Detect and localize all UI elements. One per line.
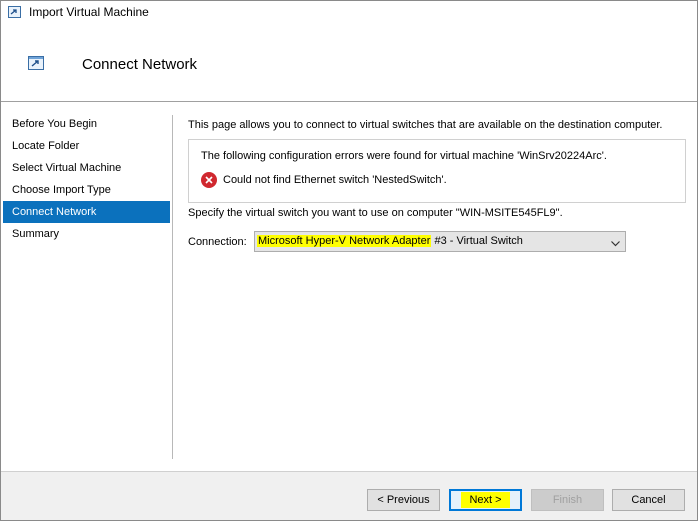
previous-button[interactable]: < Previous: [367, 489, 440, 511]
page-header: Connect Network: [1, 25, 697, 101]
next-button-label: Next >: [461, 492, 510, 508]
intro-text: This page allows you to connect to virtu…: [188, 119, 663, 131]
errors-heading: The following configuration errors were …: [201, 150, 607, 162]
specify-switch-text: Specify the virtual switch you want to u…: [188, 207, 563, 219]
error-icon: [201, 172, 217, 188]
chevron-down-icon[interactable]: [611, 238, 620, 247]
next-button[interactable]: Next >: [449, 489, 522, 511]
nav-divider: [172, 115, 173, 459]
wizard-steps-nav: Before You Begin Locate Folder Select Vi…: [3, 113, 170, 245]
connection-dropdown[interactable]: Microsoft Hyper-V Network Adapter #3 - V…: [254, 231, 626, 252]
cancel-button[interactable]: Cancel: [612, 489, 685, 511]
connection-selected-value: Microsoft Hyper-V Network Adapter #3 - V…: [257, 234, 523, 249]
error-item: Could not find Ethernet switch 'NestedSw…: [201, 172, 447, 188]
highlighted-adapter-name: Microsoft Hyper-V Network Adapter: [257, 235, 432, 247]
finish-button[interactable]: Finish: [531, 489, 604, 511]
wizard-footer: < Previous Next > Finish Cancel: [1, 472, 697, 520]
error-message: Could not find Ethernet switch 'NestedSw…: [223, 174, 447, 186]
nav-item-select-virtual-machine[interactable]: Select Virtual Machine: [3, 157, 170, 179]
nav-item-choose-import-type[interactable]: Choose Import Type: [3, 179, 170, 201]
title-bar: Import Virtual Machine: [1, 1, 697, 25]
adapter-suffix: #3 - Virtual Switch: [431, 235, 523, 247]
import-vm-window: Import Virtual Machine Connect Network B…: [0, 0, 698, 521]
nav-item-summary[interactable]: Summary: [3, 223, 170, 245]
connection-label: Connection:: [188, 236, 247, 248]
header-divider: [1, 101, 697, 102]
page-title: Connect Network: [82, 56, 198, 73]
import-vm-header-icon: [28, 56, 44, 70]
nav-item-connect-network[interactable]: Connect Network: [3, 201, 170, 223]
nav-item-before-you-begin[interactable]: Before You Begin: [3, 113, 170, 135]
configuration-errors-box: The following configuration errors were …: [188, 139, 686, 203]
window-title: Import Virtual Machine: [29, 5, 149, 19]
import-vm-icon: [8, 6, 21, 18]
nav-item-locate-folder[interactable]: Locate Folder: [3, 135, 170, 157]
